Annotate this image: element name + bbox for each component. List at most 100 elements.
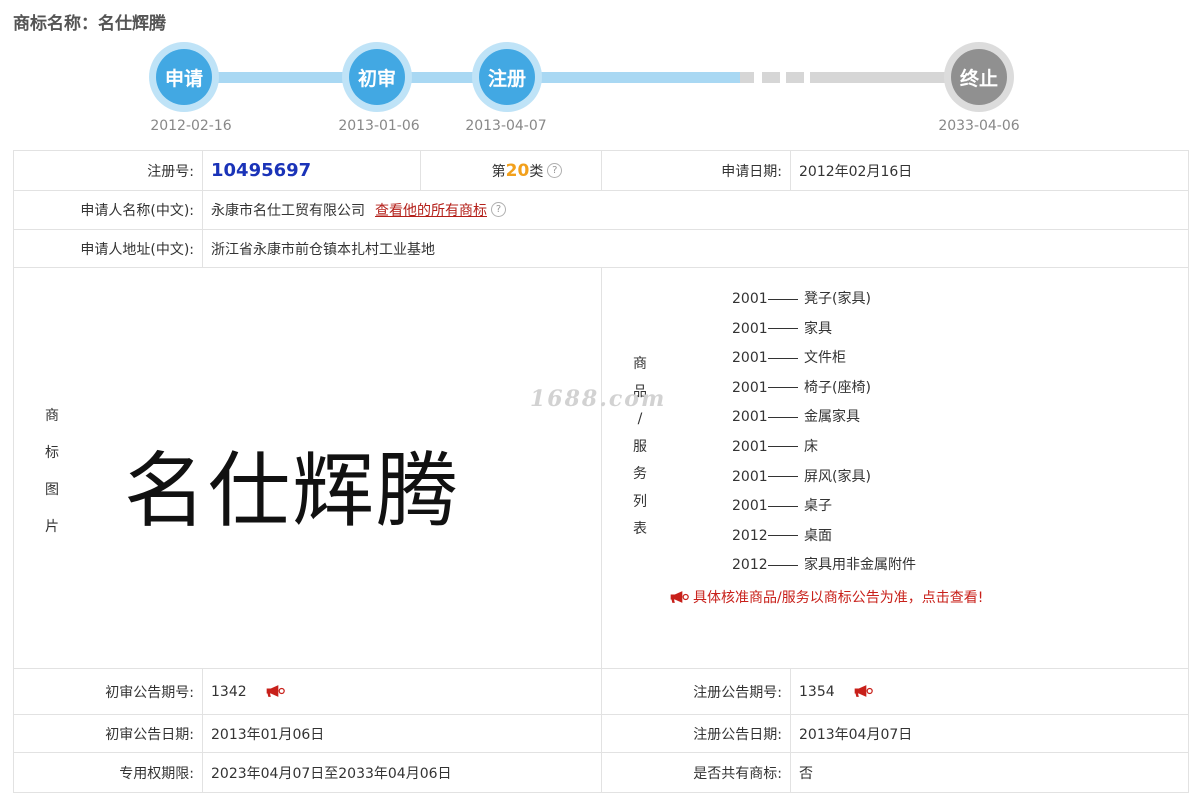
timeline-step-label: 注册	[479, 49, 535, 105]
class-suffix: 类	[529, 163, 544, 180]
goods-name: 桌子	[804, 498, 832, 515]
goods-name: 金属家具	[804, 409, 860, 426]
vertical-label-char: 商	[45, 408, 59, 424]
goods-name: 屏风(家具)	[804, 468, 871, 485]
timeline-gap-segment	[762, 72, 780, 83]
reg-no-cell: 10495697	[202, 150, 421, 191]
goods-name: 家具	[804, 320, 832, 337]
goods-item: 2001 文件柜	[732, 344, 1188, 374]
goods-code: 2001	[732, 291, 768, 307]
goods-name: 家具用非金属附件	[804, 557, 916, 574]
applicant-cell: 永康市名仕工贸有限公司 查看他的所有商标?	[202, 190, 1189, 230]
goods-code: 2001	[732, 409, 768, 426]
trademark-image-label-text: 商标图片	[44, 398, 60, 546]
goods-notice-link[interactable]: 具体核准商品/服务以商标公告为准，点击查看!	[669, 587, 1188, 607]
prelim-date-value: 2013年01月06日	[202, 714, 602, 753]
class-number: 20	[505, 160, 530, 181]
goods-item: 2012 家具用非金属附件	[732, 551, 1188, 581]
reg-pub-no-cell: 1354	[790, 668, 1189, 715]
address-value: 浙江省永康市前仓镇本扎村工业基地	[202, 229, 1189, 268]
goods-code: 2001	[732, 468, 768, 485]
vertical-label-char: 片	[45, 519, 59, 535]
reg-no-label: 注册号:	[13, 150, 203, 191]
address-label: 申请人地址(中文):	[13, 229, 203, 268]
timeline-step-date: 2033-04-06	[938, 118, 1020, 134]
goods-code: 2001	[732, 350, 768, 367]
goods-dash	[768, 446, 798, 448]
goods-dash	[768, 505, 798, 507]
goods-dash	[768, 328, 798, 330]
goods-list-label: 商品 / 服务列表	[632, 351, 648, 544]
goods-item: 2012 桌面	[732, 522, 1188, 552]
page-title: 商标名称：名仕辉腾	[13, 14, 166, 34]
megaphone-icon[interactable]	[265, 684, 285, 698]
goods-list: 2001 凳子(家具) 2001 家具 2001 文件柜 2001 椅子(座椅) 2001 金属家…	[602, 268, 1188, 607]
table-row: 初审公告日期: 2013年01月06日 注册公告日期: 2013年04月07日	[13, 714, 1189, 753]
goods-list-label-text: 商品 / 服务列表	[632, 351, 648, 544]
timeline-gap-segment	[786, 72, 804, 83]
megaphone-icon	[670, 591, 689, 603]
applicant-value: 永康市名仕工贸有限公司	[211, 203, 365, 219]
goods-item: 2001 椅子(座椅)	[732, 374, 1188, 404]
goods-name: 椅子(座椅)	[804, 379, 871, 396]
goods-code: 2012	[732, 557, 768, 574]
reg-pub-no-value: 1354	[799, 683, 835, 700]
view-all-trademarks-link[interactable]: 查看他的所有商标	[375, 203, 487, 219]
trademark-image-cell: 商标图片 名仕辉腾	[13, 267, 602, 669]
help-icon[interactable]: ?	[491, 202, 506, 217]
trademark-image-label: 商标图片	[44, 398, 60, 546]
prelim-no-label: 初审公告期号:	[13, 668, 203, 715]
timeline-step-date: 2012-02-16	[150, 118, 232, 134]
goods-dash	[768, 535, 798, 537]
goods-dash	[768, 564, 798, 566]
goods-notice-text: 具体核准商品/服务以商标公告为准，点击查看!	[693, 589, 984, 606]
timeline-step-label: 终止	[951, 49, 1007, 105]
watermark: 1688.com	[530, 386, 667, 412]
goods-name: 床	[804, 438, 818, 455]
timeline-step-terminate: 终止	[944, 42, 1014, 112]
class-cell: 第20类?	[420, 150, 602, 191]
timeline-step-register: 注册	[472, 42, 542, 112]
vertical-label-char: 务	[633, 466, 647, 482]
applicant-label: 申请人名称(中文):	[13, 190, 203, 230]
goods-code: 2012	[732, 527, 768, 544]
megaphone-icon[interactable]	[853, 684, 873, 698]
table-row: 注册号: 10495697 第20类? 申请日期: 2012年02月16日	[13, 150, 1189, 191]
timeline-step-prelim: 初审	[342, 42, 412, 112]
goods-item: 2001 屏风(家具)	[732, 463, 1188, 493]
goods-item: 2001 金属家具	[732, 403, 1188, 433]
goods-name: 凳子(家具)	[804, 291, 871, 307]
goods-code: 2001	[732, 498, 768, 515]
goods-dash	[768, 476, 798, 478]
goods-name: 文件柜	[804, 350, 846, 367]
prelim-date-label: 初审公告日期:	[13, 714, 203, 753]
goods-item: 2001 床	[732, 433, 1188, 463]
table-row: 专用权期限: 2023年04月07日至2033年04月06日 是否共有商标: 否	[13, 752, 1189, 793]
class-prefix: 第	[491, 163, 506, 180]
vertical-label-char: 商	[633, 356, 647, 372]
goods-item: 2001 凳子(家具)	[732, 285, 1188, 315]
vertical-label-char: 图	[45, 482, 59, 498]
reg-pub-date-value: 2013年04月07日	[790, 714, 1189, 753]
timeline-step-label: 申请	[156, 49, 212, 105]
goods-code: 2001	[732, 379, 768, 396]
goods-item: 2001 家具	[732, 315, 1188, 345]
goods-dash	[768, 357, 798, 359]
help-icon[interactable]: ?	[547, 162, 563, 178]
goods-dash	[768, 416, 798, 418]
timeline-step-date: 2013-01-06	[338, 118, 420, 134]
goods-code: 2001	[732, 320, 768, 337]
vertical-label-char: 标	[45, 445, 59, 461]
reg-pub-date-label: 注册公告日期:	[601, 714, 791, 753]
prelim-no-value: 1342	[211, 683, 247, 700]
goods-cell: 商品 / 服务列表 2001 凳子(家具) 2001 家具 2001 文件柜 2001 椅子(座椅…	[601, 267, 1189, 669]
prelim-no-cell: 1342	[202, 668, 602, 715]
vertical-label-char: 表	[633, 521, 647, 537]
trademark-image: 名仕辉腾	[124, 443, 461, 539]
reg-pub-no-label: 注册公告期号:	[601, 668, 791, 715]
apply-date-value: 2012年02月16日	[790, 150, 1189, 191]
goods-dash	[768, 298, 798, 300]
table-row: 初审公告期号: 1342 注册公告期号: 1354	[13, 668, 1189, 715]
timeline-step-apply: 申请	[149, 42, 219, 112]
reg-no-value: 10495697	[211, 160, 312, 181]
